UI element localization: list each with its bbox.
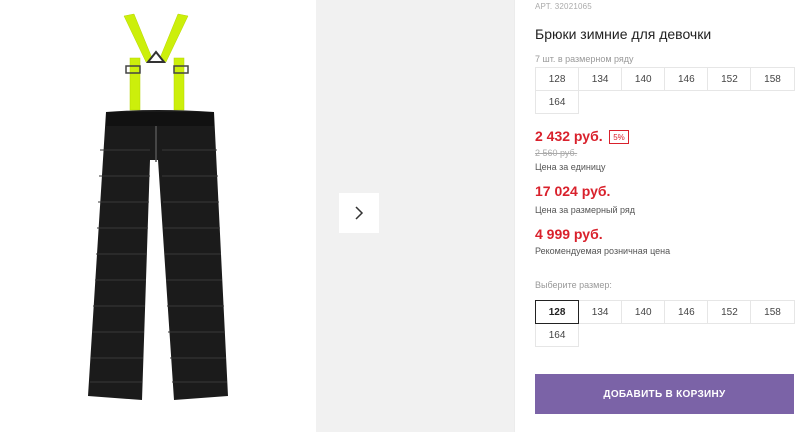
size-row-item: 158 [750,67,795,91]
size-set-note: 7 шт. в размерном ряду [535,54,634,64]
chevron-right-icon [355,206,364,220]
product-page: АРТ. 32021065 Брюки зимние для девочки 7… [0,0,800,432]
size-option-134[interactable]: 134 [578,300,623,324]
size-row-item: 140 [621,67,666,91]
next-image-button[interactable] [339,193,379,233]
rrp-price: 4 999 руб. [535,226,603,242]
panel-divider [514,0,515,432]
product-title: Брюки зимние для девочки [535,26,712,42]
set-price: 17 024 руб. [535,183,611,199]
discount-badge: 5% [609,130,629,144]
size-row-item: 128 [535,67,580,91]
add-to-cart-button[interactable]: ДОБАВИТЬ В КОРЗИНУ [535,374,794,414]
winter-pants-illustration [88,13,228,400]
size-option-152[interactable]: 152 [707,300,752,324]
size-option-164[interactable]: 164 [535,323,580,347]
unit-price: 2 432 руб. [535,128,603,144]
size-row-item: 164 [535,90,580,114]
article-number: АРТ. 32021065 [535,2,592,11]
size-option-140[interactable]: 140 [621,300,666,324]
size-option-158[interactable]: 158 [750,300,795,324]
size-row-item: 152 [707,67,752,91]
size-row-item: 134 [578,67,623,91]
size-option-128[interactable]: 128 [535,300,580,324]
set-price-caption: Цена за размерный ряд [535,205,636,215]
unit-price-caption: Цена за единицу [535,162,606,172]
product-image[interactable] [0,0,316,432]
rrp-caption: Рекомендуемая розничная цена [535,246,671,256]
size-row-item: 146 [664,67,709,91]
size-option-146[interactable]: 146 [664,300,709,324]
size-picker: 128 134 140 146 152 158 164 [535,300,795,347]
size-row-grid: 128 134 140 146 152 158 164 [535,67,795,114]
choose-size-label: Выберите размер: [535,280,612,290]
old-price: 2 560 руб. [535,148,578,158]
